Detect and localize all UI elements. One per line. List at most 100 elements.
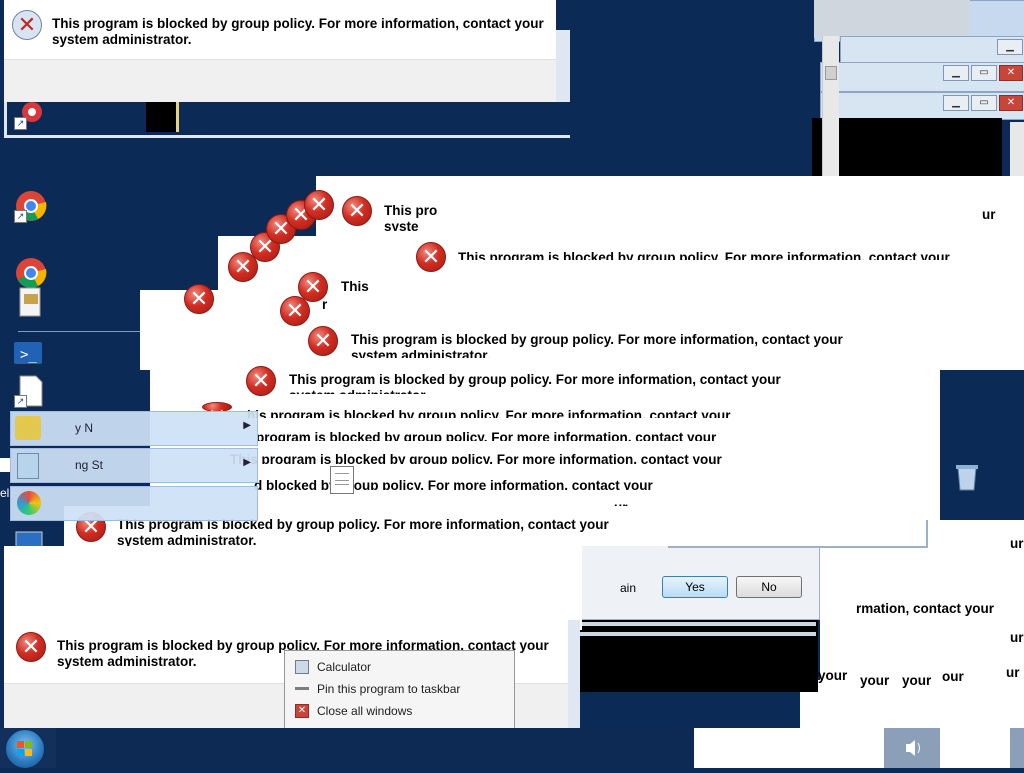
error-fragment: This program is blocked by group policy.… xyxy=(458,250,950,260)
edge-icon xyxy=(0,458,10,472)
taskbar-white-area xyxy=(940,728,1010,768)
start-button[interactable] xyxy=(5,729,45,769)
error-message-line2: system administrator. xyxy=(117,533,257,546)
error-fragment: syste xyxy=(384,219,419,231)
error-fragment: ur xyxy=(982,207,996,222)
yes-button[interactable]: Yes xyxy=(662,576,728,598)
minimize-button[interactable]: ▁ xyxy=(997,39,1023,55)
no-button[interactable]: No xyxy=(736,576,802,598)
error-icon: ✕ xyxy=(16,632,46,662)
error-fragment: r xyxy=(322,297,328,312)
white-block xyxy=(4,546,582,630)
document-icon xyxy=(19,287,41,317)
start-menu-item-1[interactable]: y N ▶ xyxy=(10,411,258,446)
folder-file-icon[interactable] xyxy=(14,286,48,320)
dark-window-area xyxy=(568,620,818,692)
windows-logo-icon xyxy=(17,741,32,756)
gear-program-icon[interactable]: ↗ xyxy=(14,96,48,130)
error-fragment: rmation, contact your xyxy=(856,601,995,616)
jump-list-label: Pin this program to taskbar xyxy=(317,682,461,696)
jump-list-label: Close all windows xyxy=(317,704,413,718)
taskbar-white-area xyxy=(694,728,884,768)
dialog-fragment-text: ain xyxy=(620,581,637,595)
maximize-button[interactable]: ▭ xyxy=(971,65,997,81)
error-icon: ✕ xyxy=(416,242,446,272)
close-button[interactable]: ✕ xyxy=(999,95,1023,111)
start-menu-label: ng St xyxy=(75,458,104,472)
jump-list-label: Calculator xyxy=(317,660,372,674)
dark-window-edge xyxy=(576,632,816,636)
svg-text:>_: >_ xyxy=(20,347,37,363)
show-desktop-button[interactable] xyxy=(1010,728,1024,768)
error-fragment: our xyxy=(942,669,964,684)
window-border xyxy=(4,102,570,138)
document-shortcut-icon[interactable]: ↗ xyxy=(14,374,48,408)
start-menu-label: y N xyxy=(75,421,93,435)
recycle-bin-icon[interactable] xyxy=(952,460,986,494)
error-fragment: ur xyxy=(1006,665,1020,680)
minimize-button[interactable]: ▁ xyxy=(943,95,969,111)
white-block xyxy=(218,236,1024,290)
dark-window-edge xyxy=(576,622,816,626)
desktop-divider xyxy=(18,331,158,332)
close-button[interactable]: ✕ xyxy=(999,65,1023,81)
error-fragment: This program is blocked by group policy.… xyxy=(351,332,843,347)
document-icon xyxy=(17,453,39,479)
background-window-2: ▁ xyxy=(840,36,1024,64)
jump-list-item-pin[interactable]: Pin this program to taskbar xyxy=(291,679,508,699)
chrome-shortcut-icon[interactable]: ↗ xyxy=(14,189,48,223)
yellow-line xyxy=(176,102,179,132)
shortcut-arrow-icon: ↗ xyxy=(14,117,27,130)
maximize-button[interactable]: ▭ xyxy=(971,95,997,111)
error-fragment: your xyxy=(818,668,848,683)
error-icon: ✕ xyxy=(246,366,276,396)
scrollbar-right[interactable] xyxy=(1010,122,1024,178)
background-window-4: ▁ ▭ ✕ xyxy=(820,92,1024,120)
recycle-bin-icon xyxy=(956,465,978,491)
error-fragment: system administrator. xyxy=(351,348,491,358)
start-menu-item-3[interactable] xyxy=(10,486,258,521)
error-dialog-top: ✕ This program is blocked by group polic… xyxy=(4,0,556,102)
error-message-line1: This program is blocked by group policy.… xyxy=(52,16,544,31)
close-windows-icon: ✕ xyxy=(295,704,309,718)
error-fragment: This program is blocked by group policy.… xyxy=(230,452,722,464)
chrome-icon xyxy=(16,258,47,288)
submenu-arrow-icon: ▶ xyxy=(243,420,251,431)
minimize-button[interactable]: ▁ xyxy=(943,65,969,81)
error-icon: ✕ xyxy=(184,284,214,314)
shortcut-arrow-icon: ↗ xyxy=(14,210,27,223)
error-icon: ✕ xyxy=(308,326,338,356)
powershell-icon: >_ xyxy=(14,342,42,364)
error-icon: ✕ xyxy=(342,196,372,226)
chrome-icon[interactable] xyxy=(14,256,48,290)
error-fragment: This xyxy=(341,279,369,291)
submenu-arrow-icon: ▶ xyxy=(243,457,251,468)
white-block xyxy=(140,290,1024,370)
error-fragment: program is blocked by group policy. For … xyxy=(256,430,717,441)
background-window-3: ▁ ▭ ✕ xyxy=(820,62,1024,92)
calculator-icon xyxy=(295,660,309,674)
error-fragment: his program is blocked by group policy. … xyxy=(247,408,731,418)
shortcut-arrow-icon: ↗ xyxy=(14,395,27,408)
jump-list-item-calculator[interactable]: Calculator xyxy=(291,657,508,677)
error-fragment: ur xyxy=(1010,536,1024,551)
speaker-icon xyxy=(906,740,920,756)
error-fragment: your xyxy=(860,673,890,688)
black-console-area xyxy=(812,118,1002,176)
jump-list-item-close[interactable]: ✕ Close all windows xyxy=(291,701,508,721)
error-fragment: your xyxy=(902,673,932,688)
computer-error-icon: ✕ xyxy=(12,10,42,40)
gray-panel xyxy=(814,0,970,38)
powershell-icon[interactable]: >_ xyxy=(12,338,46,372)
scrollbar[interactable] xyxy=(822,36,839,176)
mouse-cursor: ↖ xyxy=(203,0,217,17)
volume-icon[interactable] xyxy=(884,728,940,768)
scrollbar-thumb[interactable] xyxy=(825,66,837,80)
error-fragment: This pro xyxy=(384,203,438,218)
black-strip xyxy=(146,102,176,132)
error-message-line2: system administrator. xyxy=(52,32,192,47)
error-fragment: This program is blocked by group policy.… xyxy=(289,372,781,387)
error-icon: ✕ xyxy=(304,190,334,220)
start-menu-item-2[interactable]: ng St ▶ xyxy=(10,448,258,483)
error-icon: ✕ xyxy=(280,296,310,326)
